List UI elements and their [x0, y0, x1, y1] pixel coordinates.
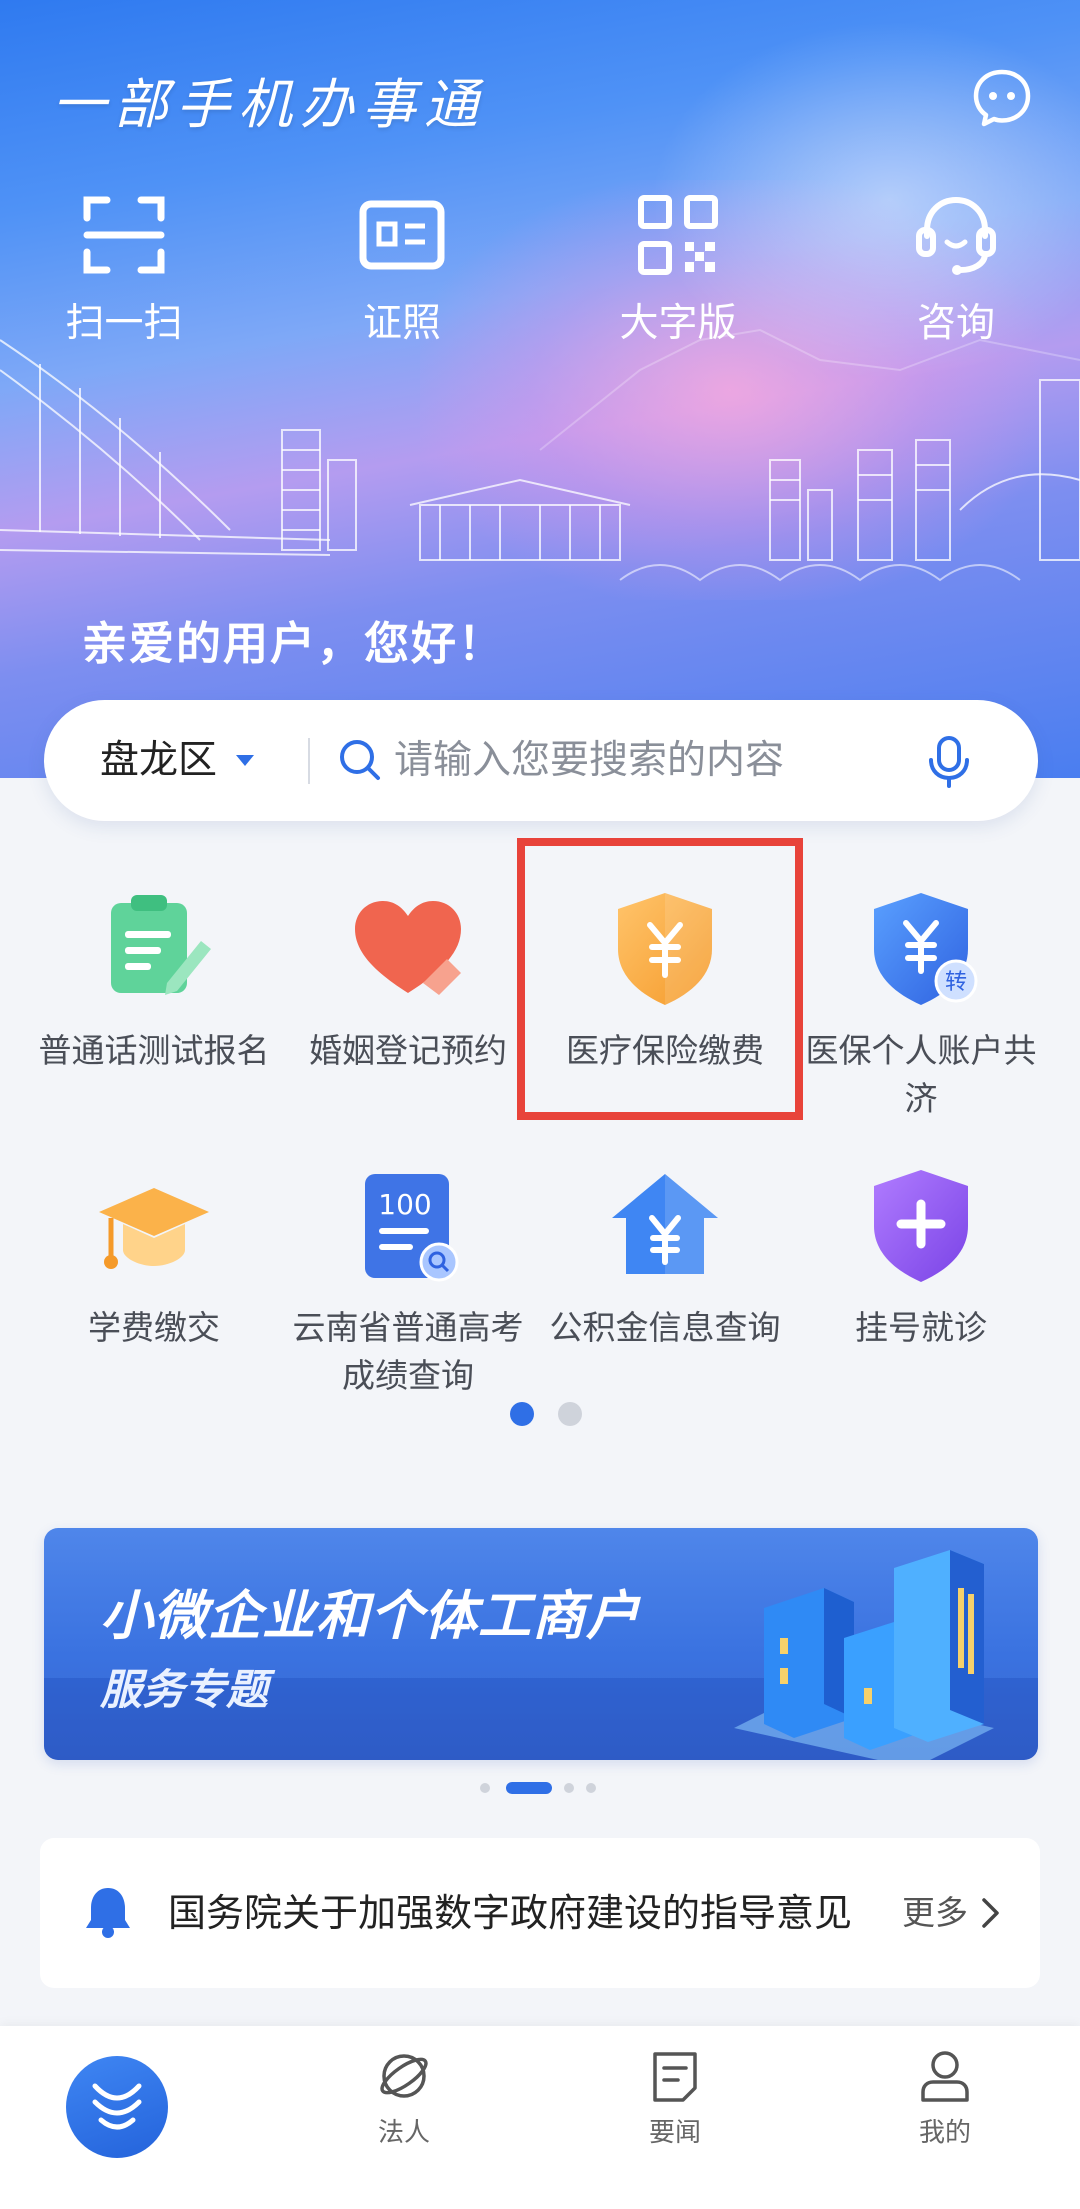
scan-icon [83, 196, 165, 274]
search-divider [308, 738, 310, 784]
tab-label: 我的 [918, 2118, 971, 2148]
app-title: 一部手机办事通 [52, 73, 486, 136]
banner-subtitle: 服务专题 [100, 1665, 269, 1714]
headset-icon [916, 196, 996, 275]
shield-plus-icon [874, 1170, 968, 1282]
tab-home[interactable] [66, 2056, 168, 2158]
scan-label: 扫一扫 [65, 301, 183, 346]
svg-text:100: 100 [378, 1188, 431, 1221]
orbit-icon [380, 2054, 428, 2098]
service-putonghua-test[interactable]: 普通话测试报名 [24, 885, 284, 1075]
svg-text:转: 转 [945, 970, 967, 995]
service-tuition-payment[interactable]: 学费缴交 [24, 1162, 284, 1352]
service-label: 学费缴交 [88, 1308, 220, 1347]
search-bar[interactable]: 盘龙区 请输入您要搜索的内容 [44, 700, 1038, 821]
tab-label: 要闻 [648, 2118, 701, 2148]
service-label: 挂号就诊 [855, 1308, 987, 1347]
certificate-label: 证照 [362, 301, 441, 346]
user-icon [921, 2051, 969, 2102]
score-clipboard-icon: 100 [365, 1174, 459, 1282]
large-font-button[interactable]: 大字版 [578, 190, 778, 348]
chevron-right-icon[interactable] [980, 1896, 1002, 1930]
large-font-label: 大字版 [619, 301, 737, 346]
bottom-tab-bar: 法人 要闻 我的 [0, 2026, 1080, 2209]
consult-label: 咨询 [916, 301, 995, 346]
notice-more-link[interactable]: 更多 [902, 1838, 968, 1988]
buildings-illustration [734, 1550, 994, 1760]
district-selector[interactable]: 盘龙区 [100, 700, 217, 821]
tab-label: 法人 [377, 2118, 430, 2148]
city-skyline-illustration [0, 328, 1080, 582]
service-insurance-account-sharing[interactable]: 转 医保个人账户共济 [791, 885, 1051, 1123]
consult-button[interactable]: 咨询 [856, 190, 1056, 348]
form-pencil-icon [111, 895, 211, 995]
banner-dot[interactable] [586, 1783, 596, 1793]
chat-bubble-icon[interactable] [972, 68, 1032, 128]
service-hospital-registration[interactable]: 挂号就诊 [791, 1162, 1051, 1352]
graduation-cap-icon [99, 1188, 209, 1269]
service-marriage-booking[interactable]: 婚姻登记预约 [278, 885, 538, 1075]
service-page-indicator [510, 1400, 582, 1428]
highlight-frame [517, 838, 803, 1120]
search-icon [340, 740, 380, 780]
banner-page-indicator [480, 1780, 600, 1796]
service-label: 医保个人账户共济 [805, 1031, 1037, 1118]
scan-button[interactable]: 扫一扫 [24, 190, 224, 348]
home-logo-icon [92, 2083, 142, 2130]
house-yuan-icon [612, 1174, 718, 1274]
banner-dot[interactable] [564, 1783, 574, 1793]
page-dot-active[interactable] [510, 1402, 534, 1426]
service-label: 公积金信息查询 [549, 1308, 781, 1347]
search-input[interactable]: 请输入您要搜索的内容 [394, 700, 784, 821]
heart-icon [355, 901, 461, 995]
tab-legal-person[interactable]: 法人 [304, 2026, 504, 2209]
quick-actions: 扫一扫 证照 大字版 咨询 [0, 190, 1080, 350]
promo-banner[interactable]: 小微企业和个体工商户 服务专题 [44, 1528, 1038, 1760]
microphone-icon[interactable] [924, 734, 974, 788]
banner-title: 小微企业和个体工商户 [100, 1586, 640, 1647]
service-label: 云南省普通高考成绩查询 [292, 1308, 524, 1395]
banner-dot-active[interactable] [506, 1782, 552, 1794]
bell-icon [86, 1888, 130, 1938]
hero-header: 一部手机办事通 扫一扫 证照 大字版 咨询 亲爱的用户，您好！ [0, 0, 1080, 778]
service-label: 婚姻登记预约 [309, 1031, 507, 1070]
news-icon [653, 2052, 697, 2102]
banner-dot[interactable] [480, 1783, 490, 1793]
greeting-text: 亲爱的用户，您好！ [82, 617, 506, 670]
service-housing-fund[interactable]: 公积金信息查询 [535, 1162, 795, 1352]
service-label: 普通话测试报名 [38, 1031, 270, 1070]
caret-down-icon[interactable] [234, 752, 256, 768]
page-dot[interactable] [558, 1402, 582, 1426]
qr-grid-icon [638, 195, 718, 275]
certificate-button[interactable]: 证照 [302, 190, 502, 348]
service-gaokao-score[interactable]: 100 云南省普通高考成绩查询 [278, 1162, 538, 1400]
notice-bar[interactable]: 国务院关于加强数字政府建设的指导意见 更多 [40, 1838, 1040, 1988]
tab-news[interactable]: 要闻 [575, 2026, 775, 2209]
id-card-icon [359, 200, 445, 270]
tab-profile[interactable]: 我的 [845, 2026, 1045, 2209]
notice-headline[interactable]: 国务院关于加强数字政府建设的指导意见 [168, 1838, 852, 1988]
shield-yuan-transfer-icon: 转 [874, 893, 978, 1005]
